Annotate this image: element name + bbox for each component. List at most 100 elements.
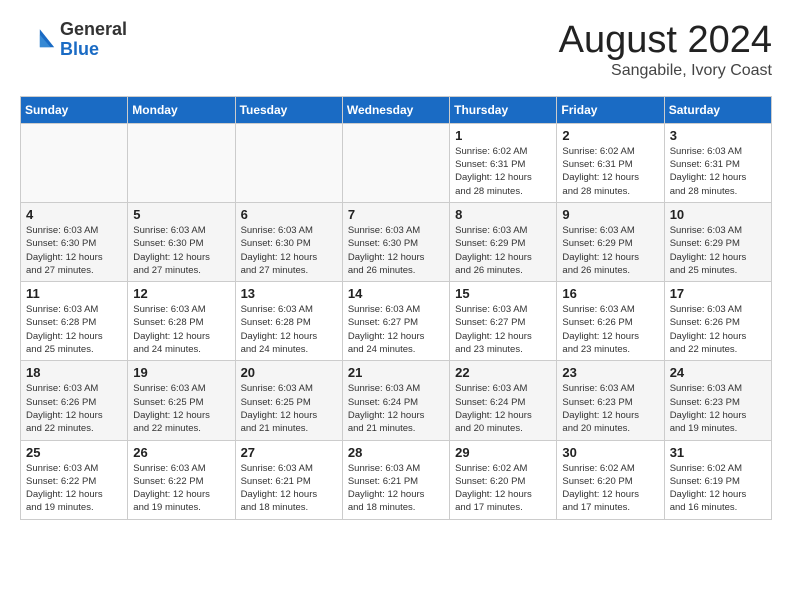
day-number: 17 <box>670 286 766 301</box>
logo-text: General Blue <box>60 20 127 60</box>
calendar-cell: 27 Sunrise: 6:03 AM Sunset: 6:21 PM Dayli… <box>235 440 342 519</box>
calendar-cell <box>21 123 128 202</box>
calendar-cell: 6 Sunrise: 6:03 AM Sunset: 6:30 PM Daylig… <box>235 202 342 281</box>
calendar-header-thursday: Thursday <box>450 96 557 123</box>
day-number: 9 <box>562 207 658 222</box>
calendar-cell: 22 Sunrise: 6:03 AM Sunset: 6:24 PM Dayli… <box>450 361 557 440</box>
day-number: 29 <box>455 445 551 460</box>
day-info: Sunrise: 6:02 AM Sunset: 6:20 PM Dayligh… <box>562 462 658 515</box>
month-title: August 2024 <box>559 20 772 62</box>
day-number: 25 <box>26 445 122 460</box>
calendar-cell: 8 Sunrise: 6:03 AM Sunset: 6:29 PM Daylig… <box>450 202 557 281</box>
day-info: Sunrise: 6:03 AM Sunset: 6:27 PM Dayligh… <box>455 303 551 356</box>
day-number: 2 <box>562 128 658 143</box>
calendar-header-sunday: Sunday <box>21 96 128 123</box>
calendar-cell: 12 Sunrise: 6:03 AM Sunset: 6:28 PM Dayli… <box>128 282 235 361</box>
calendar-week-row-1: 1 Sunrise: 6:02 AM Sunset: 6:31 PM Daylig… <box>21 123 772 202</box>
day-info: Sunrise: 6:03 AM Sunset: 6:30 PM Dayligh… <box>348 224 444 277</box>
day-number: 28 <box>348 445 444 460</box>
day-number: 27 <box>241 445 337 460</box>
day-info: Sunrise: 6:03 AM Sunset: 6:23 PM Dayligh… <box>562 382 658 435</box>
day-info: Sunrise: 6:03 AM Sunset: 6:30 PM Dayligh… <box>241 224 337 277</box>
calendar-cell: 19Sunrise: 6:03 AM Sunset: 6:25 PM Dayli… <box>128 361 235 440</box>
calendar-cell: 15 Sunrise: 6:03 AM Sunset: 6:27 PM Dayli… <box>450 282 557 361</box>
calendar-cell: 23 Sunrise: 6:03 AM Sunset: 6:23 PM Dayli… <box>557 361 664 440</box>
day-number: 30 <box>562 445 658 460</box>
day-number: 13 <box>241 286 337 301</box>
day-info: Sunrise: 6:02 AM Sunset: 6:20 PM Dayligh… <box>455 462 551 515</box>
calendar-header-friday: Friday <box>557 96 664 123</box>
day-info: Sunrise: 6:03 AM Sunset: 6:28 PM Dayligh… <box>241 303 337 356</box>
day-info: Sunrise: 6:03 AM Sunset: 6:30 PM Dayligh… <box>26 224 122 277</box>
day-info: Sunrise: 6:03 AM Sunset: 6:25 PM Dayligh… <box>133 382 229 435</box>
day-number: 12 <box>133 286 229 301</box>
calendar-week-row-5: 25 Sunrise: 6:03 AM Sunset: 6:22 PM Dayli… <box>21 440 772 519</box>
logo-icon <box>20 22 56 58</box>
calendar-header-saturday: Saturday <box>664 96 771 123</box>
day-number: 15 <box>455 286 551 301</box>
day-info: Sunrise: 6:03 AM Sunset: 6:27 PM Dayligh… <box>348 303 444 356</box>
calendar-cell: 7 Sunrise: 6:03 AM Sunset: 6:30 PM Daylig… <box>342 202 449 281</box>
calendar-cell: 20 Sunrise: 6:03 AM Sunset: 6:25 PM Dayli… <box>235 361 342 440</box>
day-info: Sunrise: 6:03 AM Sunset: 6:26 PM Dayligh… <box>562 303 658 356</box>
calendar-cell: 31 Sunrise: 6:02 AM Sunset: 6:19 PM Dayli… <box>664 440 771 519</box>
calendar-week-row-3: 11 Sunrise: 6:03 AM Sunset: 6:28 PM Dayli… <box>21 282 772 361</box>
day-info: Sunrise: 6:03 AM Sunset: 6:29 PM Dayligh… <box>562 224 658 277</box>
calendar-header-tuesday: Tuesday <box>235 96 342 123</box>
calendar-cell: 4 Sunrise: 6:03 AM Sunset: 6:30 PM Daylig… <box>21 202 128 281</box>
day-number: 23 <box>562 365 658 380</box>
day-info: Sunrise: 6:02 AM Sunset: 6:19 PM Dayligh… <box>670 462 766 515</box>
calendar-cell: 26Sunrise: 6:03 AM Sunset: 6:22 PM Dayli… <box>128 440 235 519</box>
calendar-cell: 17 Sunrise: 6:03 AM Sunset: 6:26 PM Dayli… <box>664 282 771 361</box>
day-info: Sunrise: 6:03 AM Sunset: 6:29 PM Dayligh… <box>455 224 551 277</box>
logo-general-text: General <box>60 20 127 40</box>
day-number: 3 <box>670 128 766 143</box>
day-number: 20 <box>241 365 337 380</box>
day-info: Sunrise: 6:03 AM Sunset: 6:21 PM Dayligh… <box>241 462 337 515</box>
day-info: Sunrise: 6:03 AM Sunset: 6:25 PM Dayligh… <box>241 382 337 435</box>
calendar-header-row: SundayMondayTuesdayWednesdayThursdayFrid… <box>21 96 772 123</box>
calendar-cell: 1 Sunrise: 6:02 AM Sunset: 6:31 PM Daylig… <box>450 123 557 202</box>
calendar-cell: 2 Sunrise: 6:02 AM Sunset: 6:31 PM Daylig… <box>557 123 664 202</box>
day-number: 21 <box>348 365 444 380</box>
calendar-cell <box>128 123 235 202</box>
logo: General Blue <box>20 20 127 60</box>
calendar-cell: 10 Sunrise: 6:03 AM Sunset: 6:29 PM Dayli… <box>664 202 771 281</box>
day-number: 4 <box>26 207 122 222</box>
calendar-cell: 9 Sunrise: 6:03 AM Sunset: 6:29 PM Daylig… <box>557 202 664 281</box>
calendar-cell: 28 Sunrise: 6:03 AM Sunset: 6:21 PM Dayli… <box>342 440 449 519</box>
day-info: Sunrise: 6:02 AM Sunset: 6:31 PM Dayligh… <box>562 145 658 198</box>
day-info: Sunrise: 6:02 AM Sunset: 6:31 PM Dayligh… <box>455 145 551 198</box>
day-info: Sunrise: 6:03 AM Sunset: 6:29 PM Dayligh… <box>670 224 766 277</box>
day-info: Sunrise: 6:03 AM Sunset: 6:30 PM Dayligh… <box>133 224 229 277</box>
day-number: 14 <box>348 286 444 301</box>
day-info: Sunrise: 6:03 AM Sunset: 6:24 PM Dayligh… <box>455 382 551 435</box>
day-number: 31 <box>670 445 766 460</box>
calendar-cell: 25 Sunrise: 6:03 AM Sunset: 6:22 PM Dayli… <box>21 440 128 519</box>
day-number: 10 <box>670 207 766 222</box>
calendar-cell: 21Sunrise: 6:03 AM Sunset: 6:24 PM Dayli… <box>342 361 449 440</box>
calendar-table: SundayMondayTuesdayWednesdayThursdayFrid… <box>20 96 772 520</box>
day-number: 1 <box>455 128 551 143</box>
day-number: 6 <box>241 207 337 222</box>
day-info: Sunrise: 6:03 AM Sunset: 6:28 PM Dayligh… <box>26 303 122 356</box>
calendar-week-row-2: 4 Sunrise: 6:03 AM Sunset: 6:30 PM Daylig… <box>21 202 772 281</box>
calendar-cell: 11 Sunrise: 6:03 AM Sunset: 6:28 PM Dayli… <box>21 282 128 361</box>
calendar-cell: 29 Sunrise: 6:02 AM Sunset: 6:20 PM Dayli… <box>450 440 557 519</box>
day-number: 7 <box>348 207 444 222</box>
day-info: Sunrise: 6:03 AM Sunset: 6:21 PM Dayligh… <box>348 462 444 515</box>
day-info: Sunrise: 6:03 AM Sunset: 6:31 PM Dayligh… <box>670 145 766 198</box>
day-info: Sunrise: 6:03 AM Sunset: 6:22 PM Dayligh… <box>133 462 229 515</box>
day-number: 5 <box>133 207 229 222</box>
day-number: 22 <box>455 365 551 380</box>
day-number: 8 <box>455 207 551 222</box>
page-header: General Blue August 2024 Sangabile, Ivor… <box>20 20 772 80</box>
day-number: 16 <box>562 286 658 301</box>
day-info: Sunrise: 6:03 AM Sunset: 6:23 PM Dayligh… <box>670 382 766 435</box>
calendar-header-wednesday: Wednesday <box>342 96 449 123</box>
day-info: Sunrise: 6:03 AM Sunset: 6:28 PM Dayligh… <box>133 303 229 356</box>
day-info: Sunrise: 6:03 AM Sunset: 6:26 PM Dayligh… <box>670 303 766 356</box>
day-number: 11 <box>26 286 122 301</box>
day-info: Sunrise: 6:03 AM Sunset: 6:22 PM Dayligh… <box>26 462 122 515</box>
calendar-cell: 18Sunrise: 6:03 AM Sunset: 6:26 PM Dayli… <box>21 361 128 440</box>
